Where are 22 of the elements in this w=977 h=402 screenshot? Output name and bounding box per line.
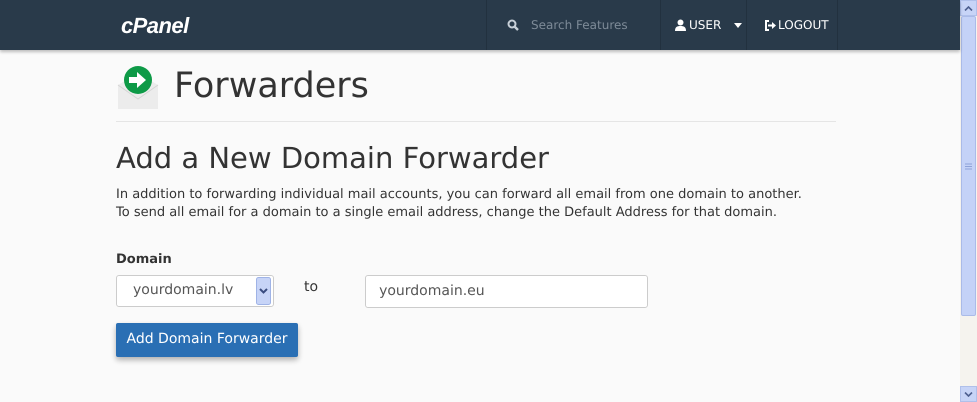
scroll-up-icon[interactable] xyxy=(960,0,977,16)
user-icon xyxy=(675,19,686,31)
logout-link[interactable]: LOGOUT xyxy=(746,0,838,50)
caret-icon xyxy=(734,22,742,28)
scroll-down-icon[interactable] xyxy=(960,386,977,402)
search-icon xyxy=(507,19,519,31)
search-field[interactable]: Search Features xyxy=(531,16,651,34)
logo[interactable]: cPanel xyxy=(121,8,189,42)
scroll-thumb[interactable] xyxy=(961,16,976,316)
mail-forward-icon xyxy=(116,65,160,109)
scrollbar[interactable] xyxy=(960,0,977,402)
description-text: To send all email for a domain to a single email address, change the Default Address for that domain. xyxy=(116,204,778,222)
target-domain-field[interactable]: yourdomain.eu xyxy=(365,274,648,308)
page-title: Forwarders xyxy=(174,68,369,106)
logout-icon xyxy=(764,20,776,30)
domain-label: Domain xyxy=(116,251,173,269)
user-menu[interactable]: USER xyxy=(660,0,746,50)
description-text: In addition to forwarding individual mail accounts, you can forward all email from one domain to another. xyxy=(116,186,803,204)
add-domain-forwarder-button[interactable]: Add Domain Forwarder xyxy=(116,322,298,356)
section-title: Add a New Domain Forwarder xyxy=(116,144,550,173)
to-label: to xyxy=(304,278,318,296)
domain-select[interactable]: yourdomain.lv xyxy=(116,274,274,306)
